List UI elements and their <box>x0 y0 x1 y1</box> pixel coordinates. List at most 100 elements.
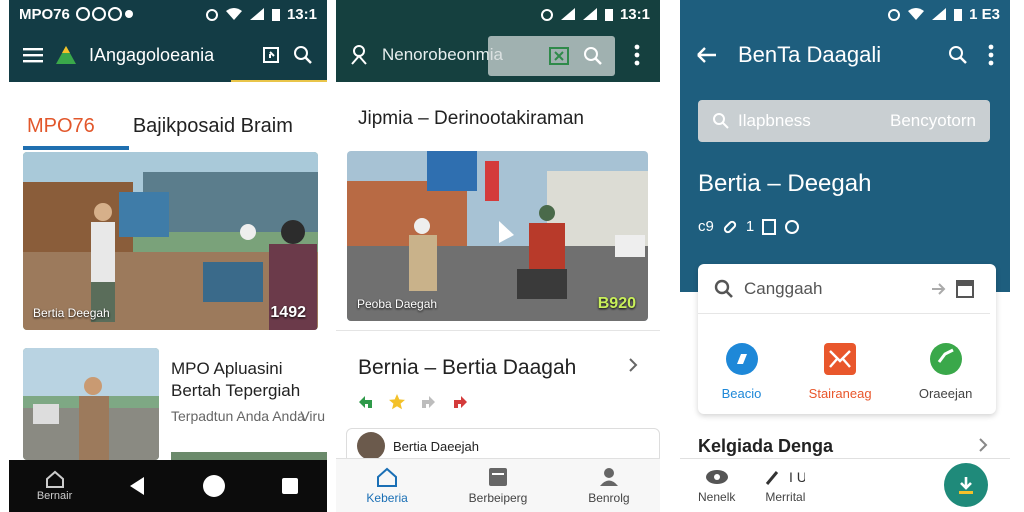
battery-icon <box>953 7 963 22</box>
article-heading[interactable]: Bernia – Bertia Daagah <box>358 356 576 380</box>
notification-icons <box>75 7 134 21</box>
merrital-extra: I U <box>789 469 805 485</box>
nav-item-merrital[interactable]: I U Merrital <box>765 468 805 504</box>
excel-icon[interactable] <box>549 47 569 65</box>
back-triangle-icon[interactable] <box>128 476 146 496</box>
alarm-icon <box>205 7 219 21</box>
nav-home-label: Bernair <box>36 490 73 502</box>
list-icon <box>488 467 508 487</box>
drawing-icon[interactable] <box>348 44 370 66</box>
action-beacio-label: Beacio <box>721 386 762 401</box>
chevron-right-icon[interactable] <box>628 357 638 373</box>
search-bar[interactable]: Ilapbness Bencyotorn <box>698 100 990 142</box>
nav-item-list[interactable]: Berbeiperg <box>468 467 528 505</box>
gray-arrow-icon[interactable] <box>420 393 438 411</box>
share-icon[interactable] <box>261 45 281 65</box>
tab-indicator <box>23 146 129 150</box>
search-icon[interactable] <box>293 45 313 65</box>
nav-item-nenelk[interactable]: Nenelk <box>698 468 735 504</box>
page-title: Jipmia – Derinootakiraman <box>358 108 584 129</box>
green-arrow-icon[interactable] <box>356 393 374 411</box>
more-vert-icon[interactable] <box>634 44 640 66</box>
hero-number: B920 <box>597 295 636 312</box>
hero-number: 1492 <box>270 304 306 321</box>
action-card: Canggaah Beacio Stairaneag Oraeejan <box>698 264 996 414</box>
wifi-icon <box>225 7 243 21</box>
search-icon[interactable] <box>583 46 603 66</box>
chevron-right-icon[interactable] <box>978 437 988 453</box>
status-time: 13:1 <box>619 5 650 23</box>
nav-nenelk-label: Nenelk <box>698 489 736 504</box>
app-bar-accent <box>231 80 327 82</box>
tab-row: MPO76 Bajikposaid Braim <box>9 100 327 152</box>
section-title[interactable]: Kelgiada Denga <box>698 436 833 457</box>
wifi-icon <box>907 7 925 21</box>
nav-home[interactable]: Bernair <box>37 470 72 502</box>
back-arrow-icon[interactable] <box>696 46 718 64</box>
hero-image[interactable]: Peoba Daegah B920 <box>347 151 648 321</box>
link-icon[interactable] <box>722 218 738 235</box>
search-icon <box>712 112 730 130</box>
nav-home-label: Keberia <box>366 490 408 505</box>
tab-mpo76[interactable]: MPO76 <box>27 115 95 138</box>
divider <box>336 330 660 331</box>
check-icon <box>929 342 963 376</box>
page-heading: Bertia – Deegah <box>698 170 872 197</box>
nav-list-label: Berbeiperg <box>468 490 528 505</box>
nav-profile-label: Benrolg <box>588 490 630 505</box>
search-right-label: Bencyotorn <box>890 111 976 130</box>
meta-count: 1 <box>745 218 755 235</box>
action-beacio[interactable]: Beacio <box>721 342 762 401</box>
alarm-icon <box>540 7 554 21</box>
search-icon[interactable] <box>948 45 968 65</box>
card-search-field[interactable]: Canggaah <box>698 264 990 314</box>
location-icon <box>725 342 759 376</box>
menu-icon[interactable] <box>23 47 43 63</box>
bookmark-icon[interactable] <box>762 218 777 235</box>
article-subtitle-extra: Viru <box>300 408 325 424</box>
article-thumbnail[interactable] <box>23 348 159 460</box>
app-title: BenTa Daagali <box>738 42 882 67</box>
status-left-text: MPO76 <box>19 5 70 23</box>
home-circle-icon[interactable] <box>202 474 226 498</box>
article-subtitle-text: Terpadtun Anda Anda <box>171 408 305 424</box>
screenshot: MPO76 13:1 IAngagoloeania MPO76 Bajikpos… <box>0 0 1024 512</box>
battery-icon <box>271 7 281 22</box>
nav-item-home[interactable]: Keberia <box>366 467 408 505</box>
action-oraeejan[interactable]: Oraeejan <box>919 342 972 401</box>
wifi-icon <box>582 7 598 21</box>
eye-icon <box>705 468 729 486</box>
calendar-icon[interactable] <box>956 279 974 298</box>
yellow-star-icon[interactable] <box>388 393 406 411</box>
red-arrow-icon[interactable] <box>452 393 470 411</box>
app-bar: IAngagoloeania <box>9 28 327 82</box>
status-bar: MPO76 13:1 <box>9 0 327 28</box>
app-bar-action-group <box>488 36 615 76</box>
action-stairaneag[interactable]: Stairaneag <box>809 342 872 401</box>
avatar <box>357 432 385 460</box>
hero-image[interactable]: Bertia Deegah 1492 <box>23 152 318 330</box>
article-title[interactable]: MPO Apluasini Bertah Tepergiah <box>171 358 327 402</box>
article-subtitle: Terpadtun Anda Anda Viru <box>171 407 327 425</box>
more-vert-icon[interactable] <box>988 44 994 66</box>
nav-item-profile[interactable]: Benrolg <box>588 467 630 505</box>
search-icon <box>714 279 734 299</box>
card-search-placeholder: Canggaah <box>744 278 823 298</box>
quick-actions: Beacio Stairaneag Oraeejan <box>698 342 996 401</box>
status-time: 1 E3 <box>969 5 1000 23</box>
status-bar: 13:1 <box>336 0 660 28</box>
fab-download-icon[interactable] <box>944 463 988 507</box>
reaction-row <box>356 393 470 411</box>
person-icon <box>599 467 619 487</box>
action-oraeejan-label: Oraeejan <box>918 386 973 401</box>
meta-text: c9 <box>698 218 714 235</box>
emoji-icon[interactable] <box>784 218 800 235</box>
triangle-logo-icon <box>55 45 77 65</box>
status-bar: 1 E3 <box>680 0 1010 28</box>
battery-icon <box>604 7 614 22</box>
recents-square-icon[interactable] <box>281 477 299 495</box>
forward-icon[interactable] <box>930 282 946 296</box>
meta-row: c9 1 <box>698 218 800 235</box>
tab-second[interactable]: Bajikposaid Braim <box>133 115 293 138</box>
mail-icon <box>823 342 857 376</box>
